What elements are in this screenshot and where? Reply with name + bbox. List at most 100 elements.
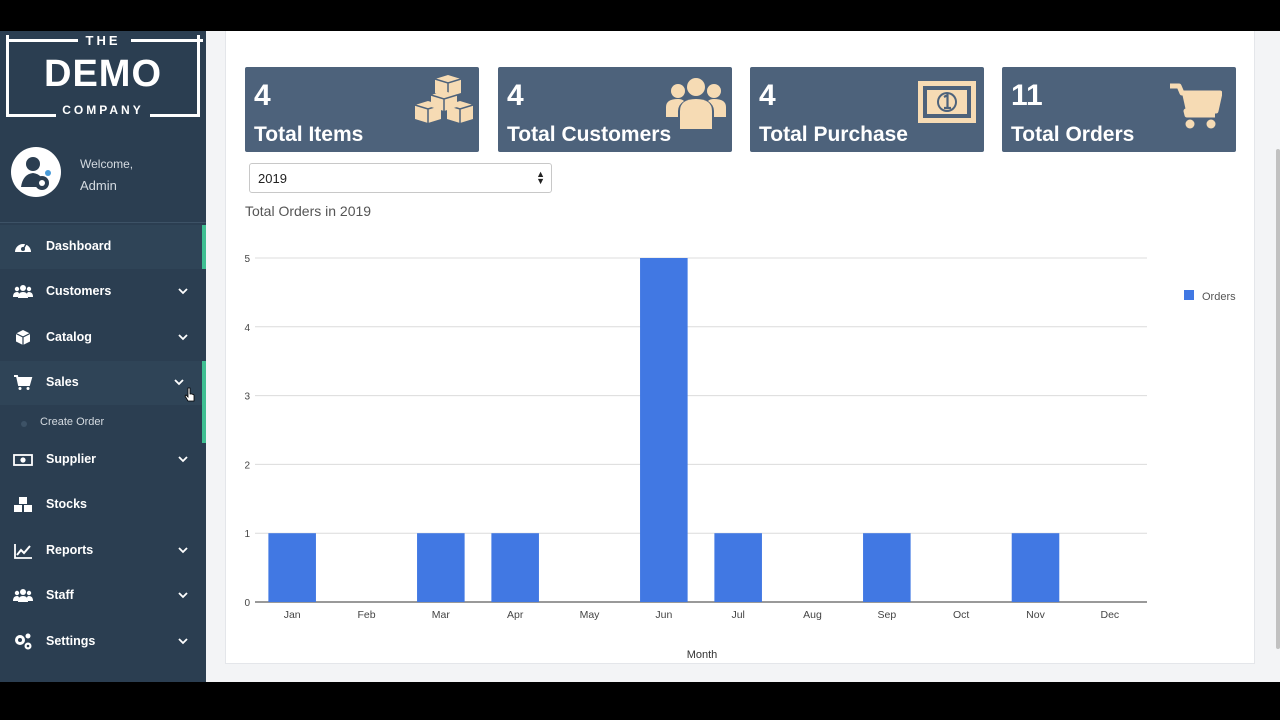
cubes-icon [14,497,32,512]
chevron-down-icon [178,456,188,463]
stat-value: 11 [1011,79,1043,112]
active-indicator [202,225,206,269]
bullet-dot [21,421,27,427]
logo-demo: DEMO [44,53,162,95]
sidebar-divider [0,222,206,223]
sidebar-item-sales[interactable]: Sales [0,361,206,405]
mouse-pointer-icon [184,387,195,402]
welcome-text: Welcome, [80,157,134,171]
select-arrows-icon: ▲ ▼ [536,169,545,186]
stat-label: Total Orders [1011,123,1135,146]
stat-card-customers[interactable]: 4 Total Customers [498,67,732,152]
bar-sep[interactable] [863,533,911,602]
sidebar-subitem-create-order[interactable]: Create Order [0,403,206,443]
sidebar: THE DEMO COMPANY Welcome, Admin Dashboar… [0,31,206,682]
bar-jul[interactable] [714,533,762,602]
chart-bars [268,258,1060,602]
sidebar-item-stocks[interactable]: Stocks [0,483,206,527]
staff-icon [13,589,33,602]
y-tick-label: 0 [244,598,250,609]
x-tick-label: Aug [803,609,822,621]
admin-avatar-icon [21,157,51,190]
x-tick-label: Jun [655,609,672,621]
active-indicator [202,403,206,443]
stat-label: Total Purchase [759,123,908,146]
active-indicator [202,361,206,405]
cart-icon [14,375,33,390]
chart-title: Total Orders in 2019 [245,203,372,219]
x-tick-label: Jan [284,609,301,621]
x-axis-label: Month [687,649,718,661]
sidebar-item-customers[interactable]: Customers [0,270,206,314]
stat-card-items[interactable]: 4 Total Items [245,67,479,152]
bar-mar[interactable] [417,533,465,602]
x-tick-label: Dec [1100,609,1119,621]
stat-value: 4 [507,79,524,112]
chevron-down-icon [178,547,188,554]
x-tick-label: Nov [1026,609,1045,621]
year-select[interactable]: 2019 ▲ ▼ [249,163,552,193]
x-axis-ticks: Jan Feb Mar Apr May Jun Jul Aug Sep Oct Nov Dec [284,609,1119,621]
money-icon [13,454,33,466]
stat-card-orders[interactable]: 11 Total Orders [1002,67,1236,152]
chevron-down-icon [178,288,188,295]
logo-company: COMPANY [9,103,197,117]
chevron-down-icon [174,379,184,386]
stat-value: 4 [759,79,776,112]
stat-label: Total Customers [507,123,672,146]
y-tick-label: 2 [244,460,250,471]
logo-the: THE [9,33,197,48]
legend-swatch [1184,290,1194,300]
sidebar-item-staff[interactable]: Staff [0,574,206,618]
line-chart-icon [14,544,32,559]
x-tick-label: Mar [432,609,451,621]
sidebar-item-label: Reports [46,543,94,557]
x-tick-label: Apr [507,609,524,621]
sidebar-item-dashboard[interactable]: Dashboard [0,225,206,269]
y-tick-label: 5 [244,254,250,265]
avatar[interactable] [11,147,61,197]
bar-apr[interactable] [491,533,539,602]
chevron-down-icon [178,638,188,645]
year-select-value: 2019 [258,171,287,186]
sidebar-item-label: Staff [46,588,74,602]
user-name: Admin [80,178,117,193]
cubes-icon [414,75,474,123]
users-icon [13,285,33,298]
x-tick-label: Sep [877,609,896,621]
gears-icon [15,633,32,650]
user-panel: Welcome, Admin [0,137,206,217]
money-icon [918,81,976,123]
users-icon [666,78,726,129]
chevron-down-icon [178,592,188,599]
sidebar-item-label: Stocks [46,497,87,511]
bar-jan[interactable] [268,533,316,602]
sidebar-item-reports[interactable]: Reports [0,529,206,573]
company-logo[interactable]: THE DEMO COMPANY [6,33,203,117]
sidebar-item-label: Supplier [46,452,97,466]
sidebar-item-settings[interactable]: Settings [0,620,206,664]
sidebar-item-label: Customers [46,284,112,298]
legend-label: Orders [1202,291,1236,303]
sidebar-item-supplier[interactable]: Supplier [0,438,206,482]
x-tick-label: May [580,609,601,621]
bar-jun[interactable] [640,258,688,602]
y-tick-label: 3 [244,392,250,403]
sidebar-item-label: Catalog [46,330,92,344]
chart-legend[interactable]: Orders [1184,290,1236,303]
stat-label: Total Items [254,123,364,146]
main-content: 4 Total Items 4 Total Customers 4 Total … [225,31,1255,664]
sidebar-item-label: Settings [46,634,96,648]
stat-card-purchase[interactable]: 4 Total Purchase [750,67,984,152]
dashboard-icon [15,243,31,252]
y-tick-label: 1 [244,529,250,540]
cube-icon [15,330,31,345]
page-scrollbar[interactable] [1276,149,1280,649]
y-axis-ticks: 0 1 2 3 4 5 [244,254,250,609]
x-tick-label: Feb [357,609,375,621]
chevron-down-icon [178,334,188,341]
cart-icon [1170,83,1222,129]
sidebar-item-label: Sales [46,375,79,389]
sidebar-item-catalog[interactable]: Catalog [0,316,206,360]
bar-nov[interactable] [1011,533,1060,602]
